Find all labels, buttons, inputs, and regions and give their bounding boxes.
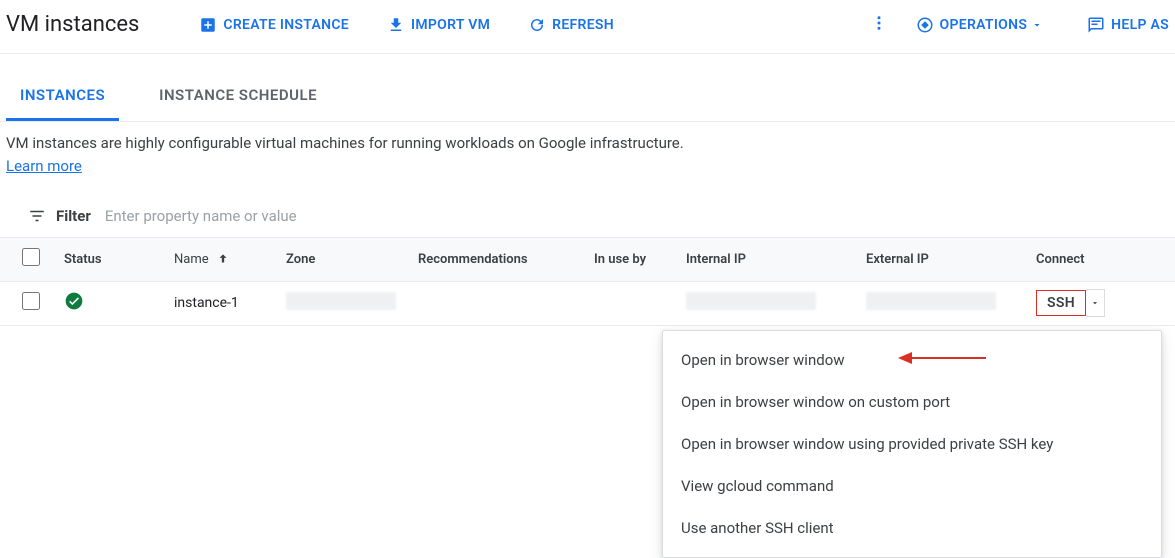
menu-item-view-gcloud[interactable]: View gcloud command — [663, 465, 1161, 507]
ssh-button[interactable]: SSH — [1036, 290, 1086, 316]
table-row: instance-1 SSH — [0, 282, 1175, 326]
col-name[interactable]: Name — [168, 252, 280, 267]
create-instance-label: CREATE INSTANCE — [223, 17, 349, 33]
instances-table: Status Name Zone Recommendations In use … — [0, 237, 1175, 326]
caret-down-icon — [1031, 19, 1043, 31]
col-status[interactable]: Status — [58, 252, 168, 267]
operations-button[interactable]: OPERATIONS — [916, 16, 1050, 34]
col-zone[interactable]: Zone — [280, 252, 412, 267]
filter-icon — [28, 207, 46, 225]
filter-label: Filter — [56, 207, 91, 225]
instance-name[interactable]: instance-1 — [168, 295, 280, 311]
col-recommendations[interactable]: Recommendations — [412, 252, 588, 267]
menu-item-another-ssh-client[interactable]: Use another SSH client — [663, 507, 1161, 549]
operations-label: OPERATIONS — [940, 17, 1028, 33]
col-internal-ip[interactable]: Internal IP — [680, 252, 860, 267]
page-description: VM instances are highly configurable vir… — [0, 122, 700, 199]
filter-input[interactable]: Enter property name or value — [105, 207, 1169, 225]
col-name-label: Name — [174, 252, 209, 267]
instance-zone — [280, 292, 412, 314]
caret-down-icon — [1090, 298, 1100, 308]
operations-icon — [916, 16, 934, 34]
redacted-value — [686, 292, 816, 310]
description-text: VM instances are highly configurable vir… — [6, 134, 684, 152]
import-vm-button[interactable]: IMPORT VM — [387, 16, 490, 34]
refresh-button[interactable]: REFRESH — [528, 16, 614, 34]
status-running-icon — [58, 291, 168, 315]
instance-external-ip — [860, 292, 1030, 314]
col-connect[interactable]: Connect — [1030, 252, 1175, 267]
filter-bar: Filter Enter property name or value — [0, 199, 1175, 237]
tab-instances[interactable]: INSTANCES — [6, 68, 119, 121]
instance-connect: SSH — [1030, 289, 1175, 317]
import-icon — [387, 16, 405, 34]
plus-box-icon — [199, 16, 217, 34]
menu-item-open-browser-custom-port[interactable]: Open in browser window on custom port — [663, 381, 1161, 423]
ssh-dropdown-button[interactable] — [1086, 289, 1105, 317]
help-assistant-button[interactable]: HELP AS — [1087, 16, 1169, 34]
help-label: HELP AS — [1111, 17, 1169, 33]
redacted-value — [286, 292, 396, 310]
more-vert-icon — [870, 14, 888, 32]
ssh-dropdown-menu: Open in browser window Open in browser w… — [662, 330, 1162, 558]
refresh-icon — [528, 16, 546, 34]
menu-item-open-browser[interactable]: Open in browser window — [663, 339, 1161, 381]
page-title: VM instances — [6, 12, 139, 37]
redacted-value — [866, 292, 996, 310]
menu-item-open-browser-ssh-key[interactable]: Open in browser window using provided pr… — [663, 423, 1161, 465]
toolbar: VM instances CREATE INSTANCE IMPORT VM R… — [0, 0, 1175, 54]
refresh-label: REFRESH — [552, 17, 614, 33]
learn-more-link[interactable]: Learn more — [6, 157, 82, 175]
col-in-use-by[interactable]: In use by — [588, 252, 680, 267]
create-instance-button[interactable]: CREATE INSTANCE — [199, 16, 349, 34]
more-actions-button[interactable] — [870, 14, 888, 36]
sort-asc-icon — [216, 252, 230, 266]
instance-internal-ip — [680, 292, 860, 314]
tab-instance-schedule[interactable]: INSTANCE SCHEDULE — [145, 68, 331, 121]
row-checkbox[interactable] — [22, 292, 40, 310]
tabs: INSTANCES INSTANCE SCHEDULE — [0, 68, 1175, 122]
col-external-ip[interactable]: External IP — [860, 252, 1030, 267]
import-vm-label: IMPORT VM — [411, 17, 490, 33]
table-header: Status Name Zone Recommendations In use … — [0, 238, 1175, 282]
chat-icon — [1087, 16, 1105, 34]
select-all-checkbox[interactable] — [22, 248, 40, 266]
